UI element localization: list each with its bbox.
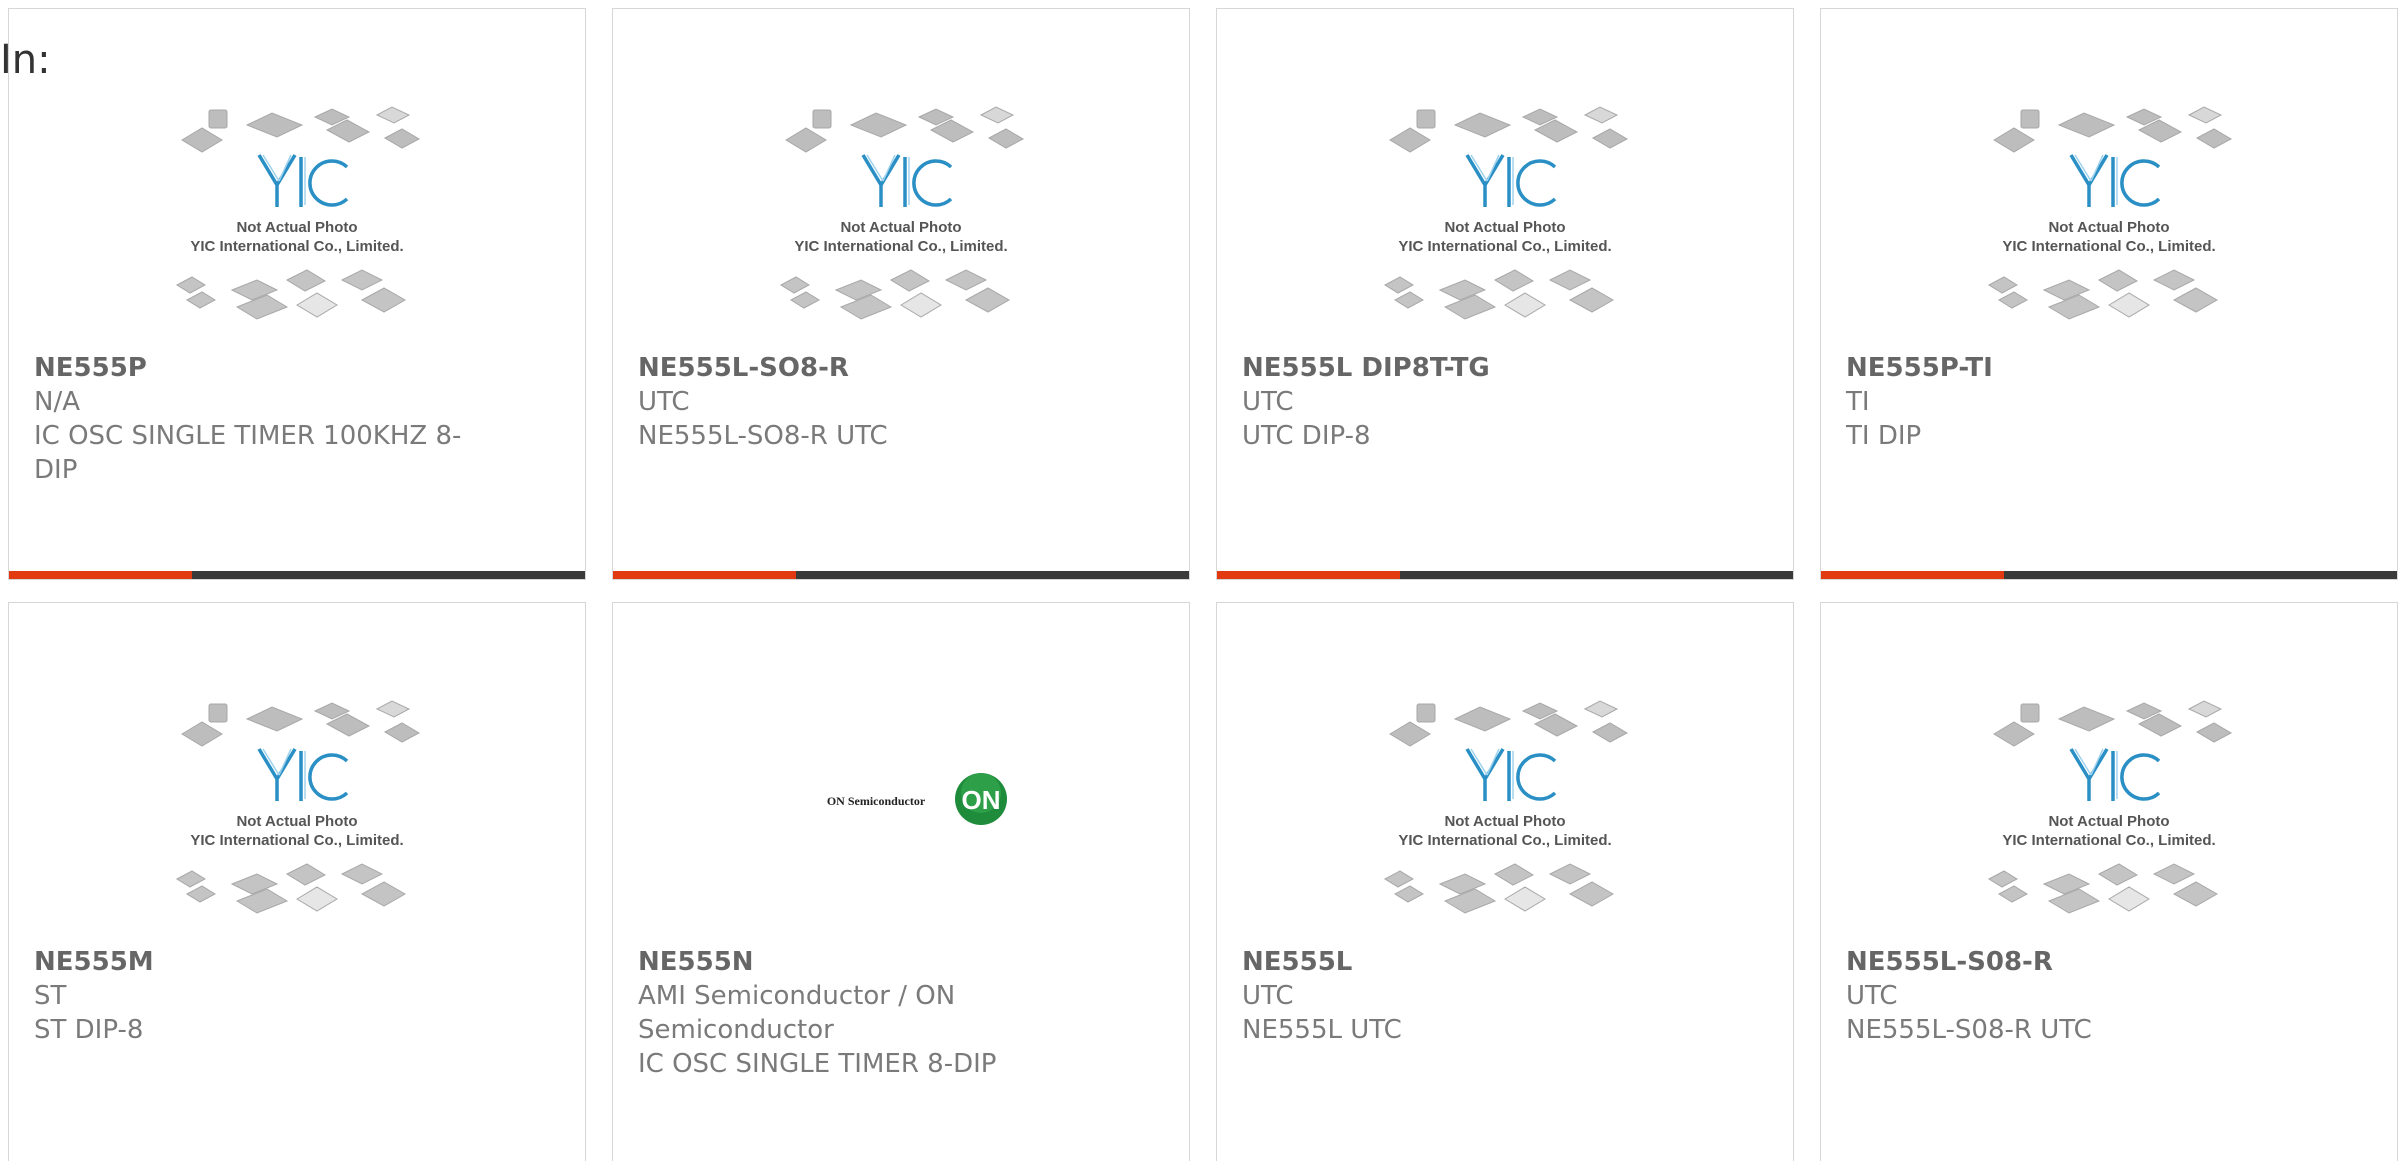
manufacturer: ST xyxy=(34,981,67,1011)
manufacturer: N/A xyxy=(34,387,80,417)
yic-placeholder-image: Not Actual Photo YIC International Co., … xyxy=(1383,700,1629,914)
product-card[interactable]: Not Actual Photo YIC International Co., … xyxy=(612,8,1190,580)
svg-text:YIC International Co., Limited: YIC International Co., Limited. xyxy=(2002,832,2215,849)
product-info: NE555P-TI TI TI DIP xyxy=(1846,351,2277,453)
part-number-link[interactable]: NE555M xyxy=(34,945,465,979)
product-description-continued: DIP xyxy=(34,455,78,485)
svg-text:Not Actual Photo: Not Actual Photo xyxy=(236,813,357,830)
card-accent-highlight xyxy=(9,571,192,579)
part-number-link[interactable]: NE555L xyxy=(1242,945,1673,979)
product-thumbnail[interactable]: Not Actual Photo YIC International Co., … xyxy=(9,95,585,350)
svg-text:YIC International Co., Limited: YIC International Co., Limited. xyxy=(794,238,1007,255)
part-number-link[interactable]: NE555L-SO8-R xyxy=(638,351,1069,385)
yic-placeholder-image: Not Actual Photo YIC International Co., … xyxy=(1987,106,2233,320)
product-thumbnail[interactable]: ON Semiconductor ON xyxy=(613,689,1189,944)
product-card[interactable]: Not Actual Photo YIC International Co., … xyxy=(1216,602,1794,1161)
product-description: NE555L-SO8-R UTC xyxy=(638,421,888,451)
card-accent-bar xyxy=(613,571,1189,579)
product-info: NE555L DIP8T-TG UTC UTC DIP-8 xyxy=(1242,351,1673,453)
product-card[interactable]: Not Actual Photo YIC International Co., … xyxy=(1820,8,2398,580)
product-info: NE555M ST ST DIP-8 xyxy=(34,945,465,1047)
manufacturer: AMI Semiconductor / ON xyxy=(638,981,956,1011)
product-info: NE555L-SO8-R UTC NE555L-SO8-R UTC xyxy=(638,351,1069,453)
manufacturer: TI xyxy=(1846,387,1870,417)
product-card[interactable]: Not Actual Photo YIC International Co., … xyxy=(8,602,586,1161)
part-number-link[interactable]: NE555N xyxy=(638,945,1069,979)
product-info: NE555L-S08-R UTC NE555L-S08-R UTC xyxy=(1846,945,2277,1047)
product-thumbnail[interactable]: Not Actual Photo YIC International Co., … xyxy=(9,689,585,944)
manufacturer: UTC xyxy=(638,387,690,417)
yic-placeholder-image: Not Actual Photo YIC International Co., … xyxy=(1987,700,2233,914)
product-grid-page: In: Not Actual Photo YIC International C… xyxy=(0,0,2400,1161)
card-accent-highlight xyxy=(1821,571,2004,579)
part-number-link[interactable]: NE555L DIP8T-TG xyxy=(1242,351,1673,385)
product-thumbnail[interactable]: Not Actual Photo YIC International Co., … xyxy=(613,95,1189,350)
card-accent-highlight xyxy=(1217,571,1400,579)
product-card[interactable]: Not Actual Photo YIC International Co., … xyxy=(1216,8,1794,580)
product-description: ST DIP-8 xyxy=(34,1015,144,1045)
manufacturer-continued: Semiconductor xyxy=(638,1015,834,1045)
product-description: TI DIP xyxy=(1846,421,1922,451)
product-info: NE555N AMI Semiconductor / ON Semiconducto… xyxy=(638,945,1069,1081)
product-description: IC OSC SINGLE TIMER 100KHZ 8- xyxy=(34,421,462,451)
svg-text:YIC International Co., Limited: YIC International Co., Limited. xyxy=(190,238,403,255)
product-grid: Not Actual Photo YIC International Co., … xyxy=(8,8,2398,1161)
product-description: NE555L-S08-R UTC xyxy=(1846,1015,2092,1045)
on-semiconductor-logo: ON Semiconductor ON xyxy=(827,773,1007,825)
card-accent-bar xyxy=(1821,571,2397,579)
yic-placeholder-image: Not Actual Photo YIC International Co., … xyxy=(175,106,421,320)
product-card[interactable]: Not Actual Photo YIC International Co., … xyxy=(1820,602,2398,1161)
svg-text:Not Actual Photo: Not Actual Photo xyxy=(1444,813,1565,830)
svg-text:YIC International Co., Limited: YIC International Co., Limited. xyxy=(2002,238,2215,255)
card-accent-bar xyxy=(1217,571,1793,579)
part-number-link[interactable]: NE555L-S08-R xyxy=(1846,945,2277,979)
svg-text:ON: ON xyxy=(962,785,1001,815)
svg-text:YIC International Co., Limited: YIC International Co., Limited. xyxy=(1398,238,1611,255)
filter-label: In: xyxy=(0,37,51,83)
svg-text:Not Actual Photo: Not Actual Photo xyxy=(1444,219,1565,236)
card-accent-bar xyxy=(9,571,585,579)
svg-text:ON Semiconductor: ON Semiconductor xyxy=(827,794,926,808)
card-accent-highlight xyxy=(613,571,796,579)
product-thumbnail[interactable]: Not Actual Photo YIC International Co., … xyxy=(1821,689,2397,944)
product-description: NE555L UTC xyxy=(1242,1015,1402,1045)
yic-placeholder-image: Not Actual Photo YIC International Co., … xyxy=(175,700,421,914)
svg-text:Not Actual Photo: Not Actual Photo xyxy=(840,219,961,236)
svg-text:Not Actual Photo: Not Actual Photo xyxy=(2048,813,2169,830)
product-thumbnail[interactable]: Not Actual Photo YIC International Co., … xyxy=(1217,689,1793,944)
product-description: IC OSC SINGLE TIMER 8-DIP xyxy=(638,1049,997,1079)
part-number-link[interactable]: NE555P xyxy=(34,351,465,385)
svg-text:YIC International Co., Limited: YIC International Co., Limited. xyxy=(1398,832,1611,849)
manufacturer: UTC xyxy=(1846,981,1898,1011)
product-info: NE555P N/A IC OSC SINGLE TIMER 100KHZ 8- DI… xyxy=(34,351,465,487)
part-number-link[interactable]: NE555P-TI xyxy=(1846,351,2277,385)
yic-placeholder-image: Not Actual Photo YIC International Co., … xyxy=(779,106,1025,320)
product-info: NE555L UTC NE555L UTC xyxy=(1242,945,1673,1047)
product-thumbnail[interactable]: Not Actual Photo YIC International Co., … xyxy=(1821,95,2397,350)
svg-text:Not Actual Photo: Not Actual Photo xyxy=(236,219,357,236)
yic-placeholder-image: Not Actual Photo YIC International Co., … xyxy=(1383,106,1629,320)
manufacturer: UTC xyxy=(1242,981,1294,1011)
product-thumbnail[interactable]: Not Actual Photo YIC International Co., … xyxy=(1217,95,1793,350)
product-description: UTC DIP-8 xyxy=(1242,421,1371,451)
product-card[interactable]: ON Semiconductor ON NE555N AMI Semiconduc… xyxy=(612,602,1190,1161)
svg-text:YIC International Co., Limited: YIC International Co., Limited. xyxy=(190,832,403,849)
manufacturer: UTC xyxy=(1242,387,1294,417)
product-card[interactable]: Not Actual Photo YIC International Co., … xyxy=(8,8,586,580)
svg-text:Not Actual Photo: Not Actual Photo xyxy=(2048,219,2169,236)
